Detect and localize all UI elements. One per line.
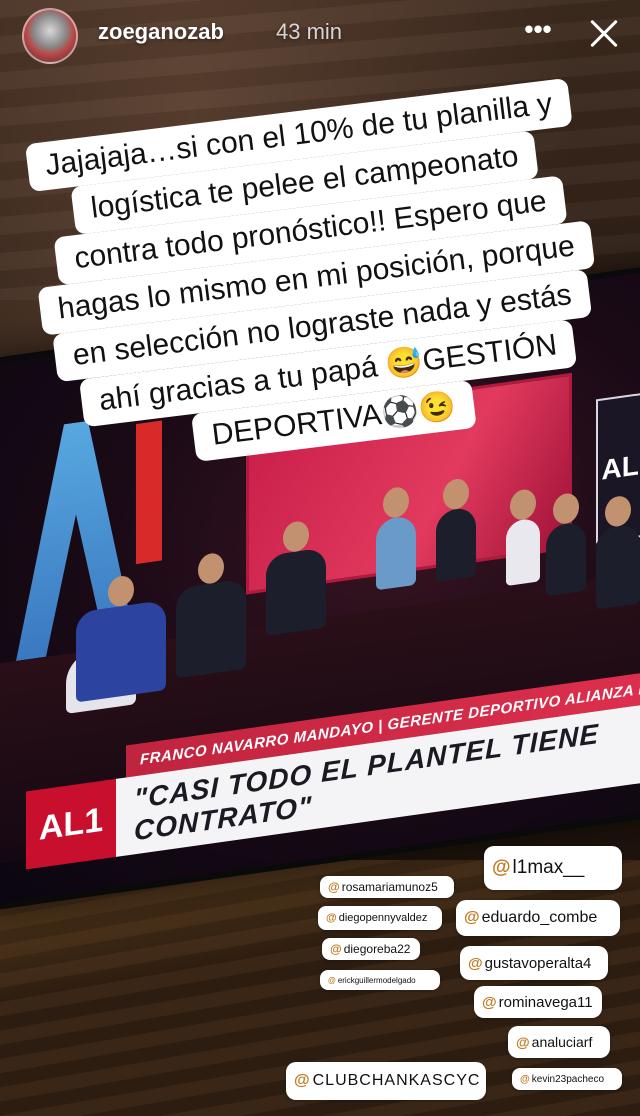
at-icon: @ bbox=[326, 912, 337, 924]
at-icon: @ bbox=[328, 975, 336, 985]
mention-handle: gustavoperalta4 bbox=[484, 954, 592, 972]
mention-sticker[interactable]: @ CLUBCHANKASCYC bbox=[286, 1062, 486, 1100]
mention-handle: CLUBCHANKASCYC bbox=[312, 1072, 481, 1089]
at-icon: @ bbox=[328, 880, 340, 894]
panelist bbox=[436, 477, 476, 582]
mention-handle: eduardo_combe bbox=[481, 909, 598, 926]
post-time: 43 min bbox=[276, 19, 343, 44]
mention-sticker[interactable]: @ diegopennyvaldez bbox=[318, 906, 442, 930]
at-icon: @ bbox=[330, 942, 342, 956]
close-icon[interactable] bbox=[584, 14, 624, 54]
mention-sticker[interactable]: @ analuciarf bbox=[508, 1026, 610, 1058]
at-icon: @ bbox=[492, 857, 511, 878]
panelist bbox=[546, 491, 586, 597]
mention-handle: diegopennyvaldez bbox=[338, 912, 428, 924]
mention-sticker[interactable]: @ kevin23pacheco bbox=[512, 1068, 622, 1090]
mention-sticker[interactable]: @ erickguillermodelgado bbox=[320, 970, 440, 990]
panelist bbox=[596, 494, 640, 610]
mention-handle: rosamariamunoz5 bbox=[341, 880, 438, 894]
mention-handle: diegoreba22 bbox=[343, 942, 411, 956]
at-icon: @ bbox=[464, 909, 480, 926]
mention-handle: analuciarf bbox=[531, 1034, 593, 1050]
story-header: zoeganozab 43 min ••• bbox=[0, 0, 640, 70]
at-icon: @ bbox=[294, 1072, 311, 1089]
mention-handle: kevin23pacheco bbox=[531, 1073, 605, 1085]
at-icon: @ bbox=[516, 1034, 530, 1050]
lower-third-logo: AL1 bbox=[26, 778, 116, 870]
panelist bbox=[76, 574, 166, 703]
mention-sticker[interactable]: @ diegoreba22 bbox=[322, 938, 420, 960]
mention-sticker[interactable]: @ gustavoperalta4 bbox=[460, 946, 608, 980]
avatar[interactable] bbox=[22, 8, 78, 64]
story-caption: Jajajaja…si con el 10% de tu planilla y … bbox=[8, 76, 624, 474]
more-options-icon[interactable]: ••• bbox=[520, 14, 556, 50]
panelist bbox=[266, 519, 326, 636]
at-icon: @ bbox=[520, 1073, 530, 1085]
panelist bbox=[506, 487, 540, 587]
mention-sticker[interactable]: @ rominavega11 bbox=[474, 986, 602, 1018]
at-icon: @ bbox=[468, 954, 483, 972]
mention-sticker[interactable]: @ l1max__ bbox=[484, 846, 622, 890]
username[interactable]: zoeganozab bbox=[98, 19, 224, 45]
panelist bbox=[176, 551, 246, 679]
mention-handle: l1max__ bbox=[512, 857, 585, 878]
mention-sticker[interactable]: @ eduardo_combe bbox=[456, 900, 620, 936]
at-icon: @ bbox=[482, 993, 497, 1011]
mention-handle: rominavega11 bbox=[498, 993, 593, 1011]
mention-sticker[interactable]: @ rosamariamunoz5 bbox=[320, 876, 454, 898]
mention-handle: erickguillermodelgado bbox=[337, 975, 416, 985]
panelist bbox=[376, 485, 416, 591]
